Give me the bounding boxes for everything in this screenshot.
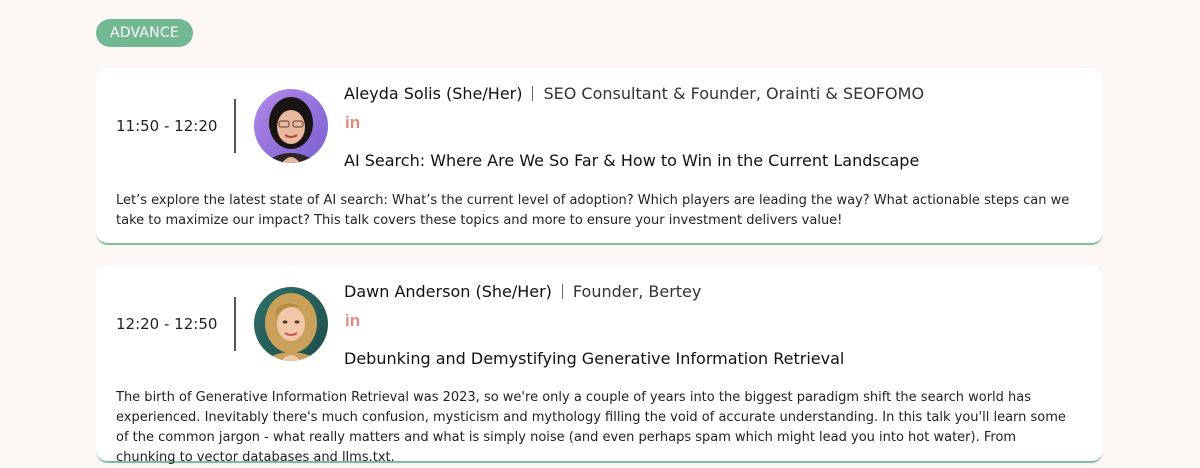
- speaker-role: Founder, Bertey: [572, 282, 702, 301]
- session-time: 12:20 - 12:50: [116, 315, 218, 333]
- linkedin-icon[interactable]: in: [345, 113, 360, 133]
- time-divider: [234, 99, 236, 153]
- speaker-name: Aleyda Solis (She/Her): [344, 84, 523, 103]
- speaker-avatar: [254, 287, 328, 361]
- speaker-name: Dawn Anderson (She/Her): [344, 282, 552, 301]
- talk-description: The birth of Generative Information Retr…: [116, 390, 1066, 465]
- session-time: 11:50 - 12:20: [116, 117, 218, 135]
- speaker-separator: [532, 86, 534, 101]
- speaker-separator: [561, 284, 563, 299]
- speaker-line: Dawn Anderson (She/Her) Founder, Bertey: [344, 282, 701, 301]
- talk-description: Let’s explore the latest state of AI sea…: [116, 193, 1070, 228]
- time-divider: [234, 297, 236, 351]
- talk-title: AI Search: Where Are We So Far & How to …: [344, 151, 920, 170]
- speaker-line: Aleyda Solis (She/Her) SEO Consultant & F…: [344, 84, 924, 103]
- session-card: 12:20 - 12:50 Dawn Anderson (She/Her) Fou…: [96, 266, 1103, 465]
- talk-title: Debunking and Demystifying Generative In…: [344, 349, 845, 368]
- linkedin-icon[interactable]: in: [345, 311, 360, 331]
- session-card: 11:50 - 12:20 Aleyda Solis (She/Her) SEO …: [96, 68, 1103, 245]
- speaker-role: SEO Consultant & Founder, Orainti & SEOF…: [543, 84, 925, 103]
- track-badge: ADVANCE: [96, 19, 193, 47]
- speaker-avatar: [254, 89, 328, 163]
